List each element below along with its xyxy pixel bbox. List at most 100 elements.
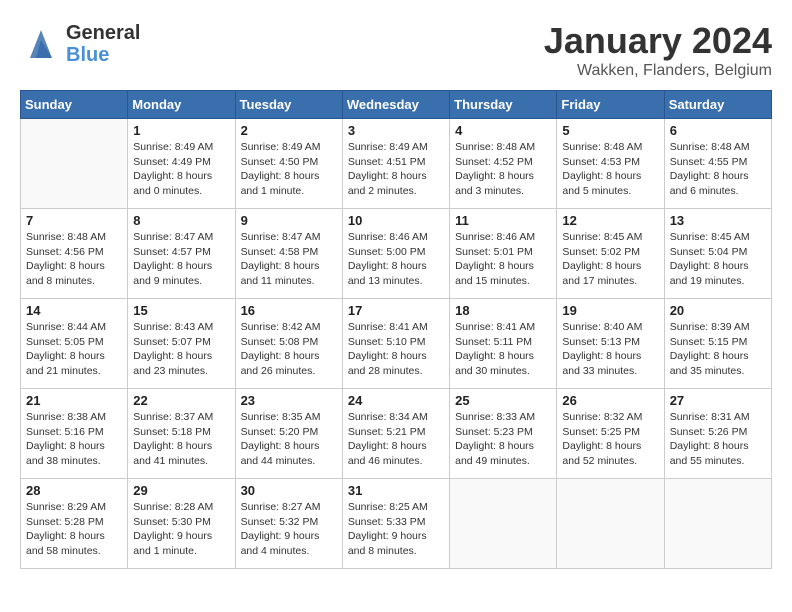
calendar-cell: 19Sunrise: 8:40 AMSunset: 5:13 PMDayligh… (557, 299, 664, 389)
day-number: 14 (26, 303, 122, 318)
calendar-cell: 29Sunrise: 8:28 AMSunset: 5:30 PMDayligh… (128, 479, 235, 569)
calendar-header-tuesday: Tuesday (235, 91, 342, 119)
calendar-cell (21, 119, 128, 209)
day-number: 31 (348, 483, 444, 498)
day-info: Sunrise: 8:48 AMSunset: 4:52 PMDaylight:… (455, 140, 551, 199)
calendar-header-thursday: Thursday (450, 91, 557, 119)
calendar-cell: 31 Sunrise: 8:25 AMSunset: 5:33 PMDayligh… (342, 479, 449, 569)
day-info: Sunrise: 8:41 AMSunset: 5:11 PMDaylight:… (455, 320, 551, 379)
day-info: Sunrise: 8:42 AMSunset: 5:08 PMDaylight:… (241, 320, 337, 379)
day-info: Sunrise: 8:39 AMSunset: 5:15 PMDaylight:… (670, 320, 766, 379)
calendar-cell: 9 Sunrise: 8:47 AMSunset: 4:58 PMDaylight… (235, 209, 342, 299)
day-info: Sunrise: 8:47 AMSunset: 4:57 PMDaylight:… (133, 230, 229, 289)
calendar-cell: 21Sunrise: 8:38 AMSunset: 5:16 PMDayligh… (21, 389, 128, 479)
day-number: 16 (241, 303, 337, 318)
logo: General Blue (20, 20, 140, 67)
day-info: Sunrise: 8:45 AMSunset: 5:04 PMDaylight:… (670, 230, 766, 289)
day-info: Sunrise: 8:34 AMSunset: 5:21 PMDaylight:… (348, 410, 444, 469)
logo-text: General Blue (66, 22, 140, 66)
day-info: Sunrise: 8:37 AMSunset: 5:18 PMDaylight:… (133, 410, 229, 469)
calendar-cell: 15 Sunrise: 8:43 AMSunset: 5:07 PMDayligh… (128, 299, 235, 389)
day-number: 9 (241, 213, 337, 228)
calendar-header-saturday: Saturday (664, 91, 771, 119)
month-title: January 2024 (544, 20, 772, 62)
day-number: 20 (670, 303, 766, 318)
calendar-table: SundayMondayTuesdayWednesdayThursdayFrid… (20, 90, 772, 569)
day-info: Sunrise: 8:48 AMSunset: 4:53 PMDaylight:… (562, 140, 658, 199)
day-info: Sunrise: 8:49 AMSunset: 4:51 PMDaylight:… (348, 140, 444, 199)
title-area: January 2024 Wakken, Flanders, Belgium (544, 20, 772, 80)
calendar-cell: 27 Sunrise: 8:31 AMSunset: 5:26 PMDayligh… (664, 389, 771, 479)
logo-general: General (66, 22, 140, 44)
day-number: 18 (455, 303, 551, 318)
day-number: 30 (241, 483, 337, 498)
day-info: Sunrise: 8:46 AMSunset: 5:01 PMDaylight:… (455, 230, 551, 289)
day-number: 23 (241, 393, 337, 408)
day-info: Sunrise: 8:44 AMSunset: 5:05 PMDaylight:… (26, 320, 122, 379)
calendar-cell (664, 479, 771, 569)
day-info: Sunrise: 8:45 AMSunset: 5:02 PMDaylight:… (562, 230, 658, 289)
calendar-header-monday: Monday (128, 91, 235, 119)
calendar-header-friday: Friday (557, 91, 664, 119)
day-number: 13 (670, 213, 766, 228)
day-number: 7 (26, 213, 122, 228)
calendar-cell: 20 Sunrise: 8:39 AMSunset: 5:15 PMDayligh… (664, 299, 771, 389)
day-info: Sunrise: 8:33 AMSunset: 5:23 PMDaylight:… (455, 410, 551, 469)
calendar-cell: 14 Sunrise: 8:44 AMSunset: 5:05 PMDayligh… (21, 299, 128, 389)
day-info: Sunrise: 8:49 AMSunset: 4:49 PMDaylight:… (133, 140, 229, 199)
calendar-cell: 8Sunrise: 8:47 AMSunset: 4:57 PMDaylight… (128, 209, 235, 299)
calendar-cell: 13 Sunrise: 8:45 AMSunset: 5:04 PMDayligh… (664, 209, 771, 299)
day-info: Sunrise: 8:49 AMSunset: 4:50 PMDaylight:… (241, 140, 337, 199)
day-info: Sunrise: 8:28 AMSunset: 5:30 PMDaylight:… (133, 500, 229, 559)
day-number: 4 (455, 123, 551, 138)
calendar-cell: 2 Sunrise: 8:49 AMSunset: 4:50 PMDaylight… (235, 119, 342, 209)
calendar-cell: 11Sunrise: 8:46 AMSunset: 5:01 PMDayligh… (450, 209, 557, 299)
day-number: 15 (133, 303, 229, 318)
calendar-cell: 18 Sunrise: 8:41 AMSunset: 5:11 PMDayligh… (450, 299, 557, 389)
calendar-cell: 16 Sunrise: 8:42 AMSunset: 5:08 PMDayligh… (235, 299, 342, 389)
day-info: Sunrise: 8:29 AMSunset: 5:28 PMDaylight:… (26, 500, 122, 559)
calendar-week-row: 7Sunrise: 8:48 AMSunset: 4:56 PMDaylight… (21, 209, 772, 299)
calendar-cell: 24Sunrise: 8:34 AMSunset: 5:21 PMDayligh… (342, 389, 449, 479)
calendar-week-row: 21Sunrise: 8:38 AMSunset: 5:16 PMDayligh… (21, 389, 772, 479)
day-info: Sunrise: 8:25 AMSunset: 5:33 PMDaylight:… (348, 500, 444, 559)
day-number: 22 (133, 393, 229, 408)
day-number: 25 (455, 393, 551, 408)
calendar-cell: 6Sunrise: 8:48 AMSunset: 4:55 PMDaylight… (664, 119, 771, 209)
calendar-cell: 25 Sunrise: 8:33 AMSunset: 5:23 PMDayligh… (450, 389, 557, 479)
calendar-cell: 3 Sunrise: 8:49 AMSunset: 4:51 PMDaylight… (342, 119, 449, 209)
day-info: Sunrise: 8:35 AMSunset: 5:20 PMDaylight:… (241, 410, 337, 469)
page-header: General Blue January 2024 Wakken, Flande… (20, 20, 772, 80)
day-info: Sunrise: 8:43 AMSunset: 5:07 PMDaylight:… (133, 320, 229, 379)
day-info: Sunrise: 8:40 AMSunset: 5:13 PMDaylight:… (562, 320, 658, 379)
day-info: Sunrise: 8:46 AMSunset: 5:00 PMDaylight:… (348, 230, 444, 289)
calendar-week-row: 28 Sunrise: 8:29 AMSunset: 5:28 PMDayligh… (21, 479, 772, 569)
calendar-cell: 26 Sunrise: 8:32 AMSunset: 5:25 PMDayligh… (557, 389, 664, 479)
day-number: 2 (241, 123, 337, 138)
calendar-cell (557, 479, 664, 569)
day-number: 27 (670, 393, 766, 408)
logo-blue: Blue (66, 44, 140, 66)
calendar-cell: 23 Sunrise: 8:35 AMSunset: 5:20 PMDayligh… (235, 389, 342, 479)
day-number: 26 (562, 393, 658, 408)
day-number: 17 (348, 303, 444, 318)
calendar-cell: 5Sunrise: 8:48 AMSunset: 4:53 PMDaylight… (557, 119, 664, 209)
location-title: Wakken, Flanders, Belgium (544, 62, 772, 80)
calendar-cell: 28 Sunrise: 8:29 AMSunset: 5:28 PMDayligh… (21, 479, 128, 569)
day-number: 6 (670, 123, 766, 138)
day-number: 28 (26, 483, 122, 498)
calendar-cell: 7Sunrise: 8:48 AMSunset: 4:56 PMDaylight… (21, 209, 128, 299)
day-number: 1 (133, 123, 229, 138)
calendar-cell (450, 479, 557, 569)
day-info: Sunrise: 8:38 AMSunset: 5:16 PMDaylight:… (26, 410, 122, 469)
day-info: Sunrise: 8:31 AMSunset: 5:26 PMDaylight:… (670, 410, 766, 469)
calendar-header-sunday: Sunday (21, 91, 128, 119)
day-info: Sunrise: 8:47 AMSunset: 4:58 PMDaylight:… (241, 230, 337, 289)
calendar-cell: 17 Sunrise: 8:41 AMSunset: 5:10 PMDayligh… (342, 299, 449, 389)
day-info: Sunrise: 8:41 AMSunset: 5:10 PMDaylight:… (348, 320, 444, 379)
calendar-header-row: SundayMondayTuesdayWednesdayThursdayFrid… (21, 91, 772, 119)
day-info: Sunrise: 8:32 AMSunset: 5:25 PMDaylight:… (562, 410, 658, 469)
day-number: 3 (348, 123, 444, 138)
logo-icon (20, 20, 62, 62)
calendar-cell: 12Sunrise: 8:45 AMSunset: 5:02 PMDayligh… (557, 209, 664, 299)
